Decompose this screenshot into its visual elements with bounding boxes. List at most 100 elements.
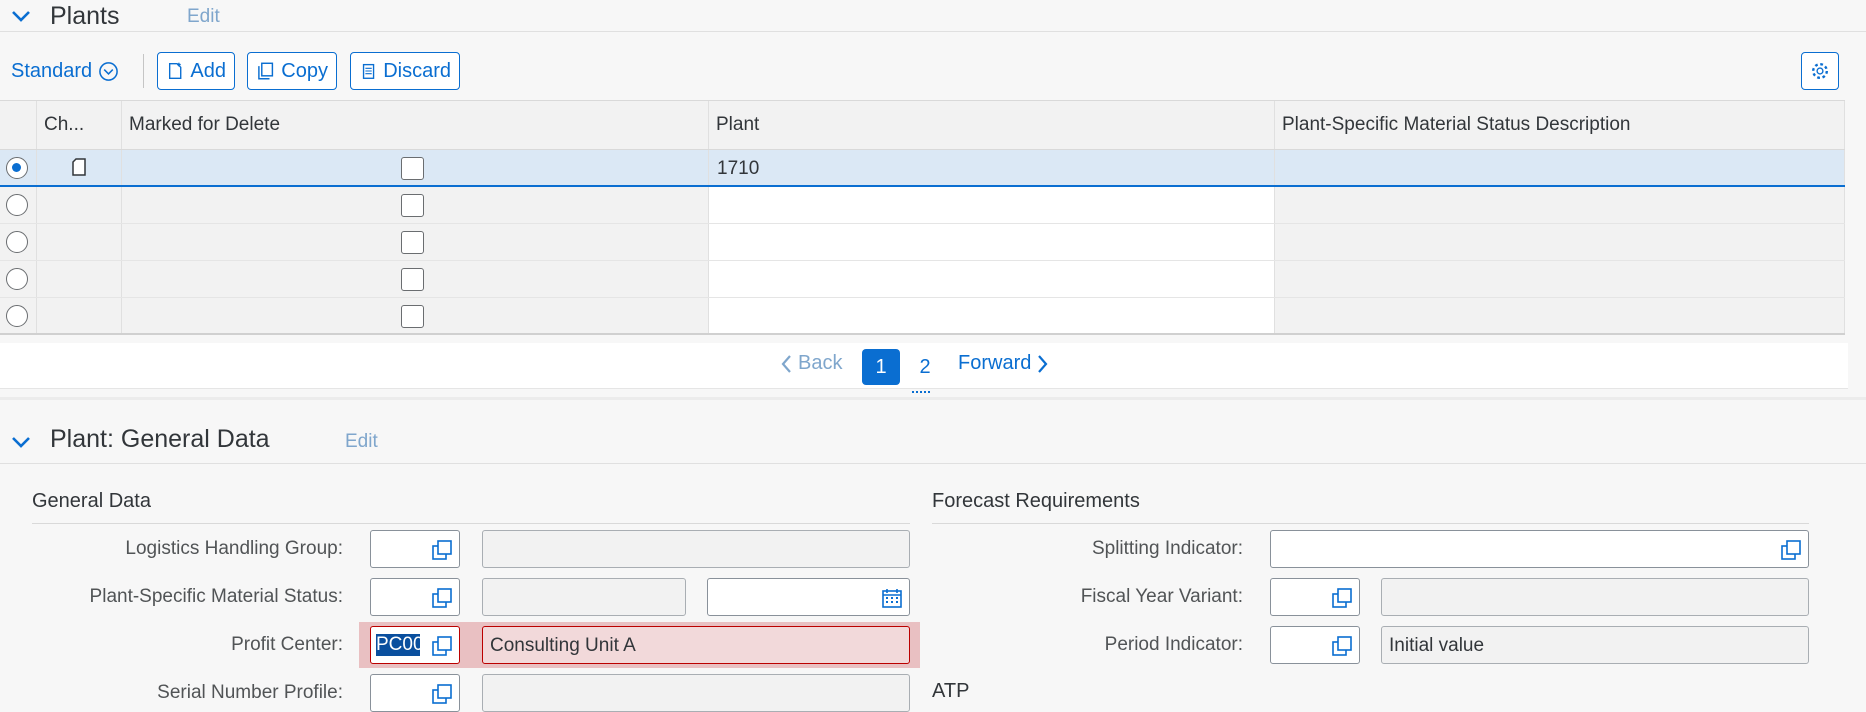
change-cell — [37, 224, 122, 260]
variant-selector[interactable]: Standard — [11, 60, 119, 83]
plants-edit-link[interactable]: Edit — [187, 6, 220, 28]
logistics-handling-group-input[interactable] — [370, 530, 460, 568]
collapse-chevron-icon[interactable] — [10, 431, 32, 453]
calendar-icon[interactable] — [881, 587, 903, 609]
plant-cell[interactable] — [709, 298, 1275, 333]
column-header-change[interactable]: Ch... — [37, 101, 122, 149]
variant-label: Standard — [11, 60, 93, 82]
row-selector-cell — [0, 224, 37, 260]
value-help-icon[interactable] — [1780, 539, 1802, 561]
general-data-section-header: Plant: General Data Edit — [0, 420, 1866, 464]
value-help-icon[interactable] — [431, 587, 453, 609]
chevron-left-icon — [781, 354, 791, 373]
table-row[interactable] — [0, 224, 1845, 261]
status-description-cell — [1275, 150, 1845, 185]
serial-number-profile-input[interactable] — [370, 674, 460, 712]
row-selector-cell — [0, 261, 37, 297]
row-selector-cell — [0, 187, 37, 223]
general-edit-link[interactable]: Edit — [345, 431, 378, 453]
add-label: Add — [190, 59, 226, 82]
plant-cell[interactable] — [709, 224, 1275, 260]
status-description-cell — [1275, 298, 1845, 333]
status-description-cell — [1275, 261, 1845, 297]
profit-center-input[interactable]: PC00 — [370, 626, 460, 664]
marked-for-delete-checkbox[interactable] — [401, 268, 424, 291]
plant-value: 1710 — [717, 158, 760, 179]
general-data-group-title: General Data — [32, 490, 151, 512]
plant-cell[interactable] — [709, 261, 1275, 297]
collapse-chevron-icon[interactable] — [10, 5, 32, 27]
pager-back-label: Back — [798, 352, 843, 374]
column-header-plant[interactable]: Plant — [709, 101, 1275, 149]
value-help-icon[interactable] — [431, 539, 453, 561]
table-row[interactable] — [0, 187, 1845, 224]
pager-page-2[interactable]: 2 — [906, 349, 944, 385]
value-help-icon[interactable] — [431, 635, 453, 657]
period-indicator-label: Period Indicator: — [1104, 634, 1243, 655]
column-header-status-description[interactable]: Plant-Specific Material Status Descripti… — [1275, 101, 1845, 149]
value-help-icon[interactable] — [431, 683, 453, 705]
marked-for-delete-checkbox[interactable] — [401, 194, 424, 217]
table-header-row: Ch... Marked for Delete Plant Plant-Spec… — [0, 100, 1845, 150]
column-header-marked-for-delete[interactable]: Marked for Delete — [122, 101, 709, 149]
table-row[interactable]: 1710 — [0, 150, 1845, 187]
serial-number-profile-description — [482, 674, 910, 712]
add-document-icon — [168, 62, 182, 80]
pager-page-1[interactable]: 1 — [862, 349, 900, 385]
logistics-handling-group-description — [482, 530, 910, 568]
toolbar-separator — [143, 54, 144, 88]
change-cell — [37, 187, 122, 223]
select-column-header — [0, 101, 37, 149]
splitting-indicator-input[interactable] — [1270, 530, 1809, 568]
profit-center-description: Consulting Unit A — [482, 626, 910, 664]
add-button[interactable]: Add — [157, 52, 235, 90]
gear-icon — [1812, 63, 1828, 79]
period-indicator-input[interactable] — [1270, 626, 1360, 664]
discard-button[interactable]: Discard — [350, 52, 460, 90]
valid-from-date-input[interactable] — [707, 578, 910, 616]
status-description-cell — [1275, 187, 1845, 223]
table-row[interactable] — [0, 261, 1845, 298]
fiscal-year-variant-input[interactable] — [1270, 578, 1360, 616]
plants-title: Plants — [50, 2, 120, 30]
resize-handle[interactable] — [912, 391, 930, 395]
serial-number-profile-label: Serial Number Profile: — [157, 682, 343, 703]
marked-for-delete-checkbox[interactable] — [401, 157, 424, 180]
value-help-icon[interactable] — [1331, 635, 1353, 657]
pager-forward-button[interactable]: Forward — [958, 352, 1049, 375]
forecast-requirements-group-title: Forecast Requirements — [932, 490, 1140, 512]
plants-section-header: Plants Edit — [0, 0, 1866, 32]
material-status-input[interactable] — [370, 578, 460, 616]
copy-icon — [258, 62, 274, 80]
material-status-description — [482, 578, 686, 616]
chevron-down-circle-icon — [99, 62, 119, 81]
discard-label: Discard — [383, 59, 451, 82]
table-settings-button[interactable] — [1801, 52, 1839, 90]
table-pager: Back 1 2 Forward — [0, 343, 1848, 389]
copy-button[interactable]: Copy — [247, 52, 337, 90]
chevron-right-icon — [1038, 354, 1048, 373]
plant-cell[interactable] — [709, 187, 1275, 223]
general-section-title: Plant: General Data — [50, 425, 270, 453]
plant-cell[interactable]: 1710 — [709, 150, 1275, 185]
group-divider — [932, 523, 1809, 524]
change-cell — [37, 150, 122, 185]
table-row[interactable] — [0, 298, 1845, 335]
atp-group-title: ATP — [932, 680, 970, 702]
splitting-indicator-label: Splitting Indicator: — [1091, 538, 1243, 559]
logistics-handling-group-label: Logistics Handling Group: — [125, 538, 343, 559]
document-icon — [72, 158, 86, 176]
discard-icon — [362, 63, 375, 79]
value-help-icon[interactable] — [1331, 587, 1353, 609]
profit-center-description-text: Consulting Unit A — [490, 635, 636, 656]
change-cell — [37, 261, 122, 297]
marked-for-delete-checkbox[interactable] — [401, 305, 424, 328]
row-selector-cell — [0, 298, 37, 333]
pager-forward-label: Forward — [958, 352, 1032, 374]
fiscal-year-variant-label: Fiscal Year Variant: — [1080, 586, 1243, 607]
marked-for-delete-checkbox[interactable] — [401, 231, 424, 254]
copy-label: Copy — [281, 59, 328, 82]
profit-center-label: Profit Center: — [231, 634, 343, 655]
period-indicator-description: Initial value — [1381, 626, 1809, 664]
group-divider — [32, 523, 910, 524]
